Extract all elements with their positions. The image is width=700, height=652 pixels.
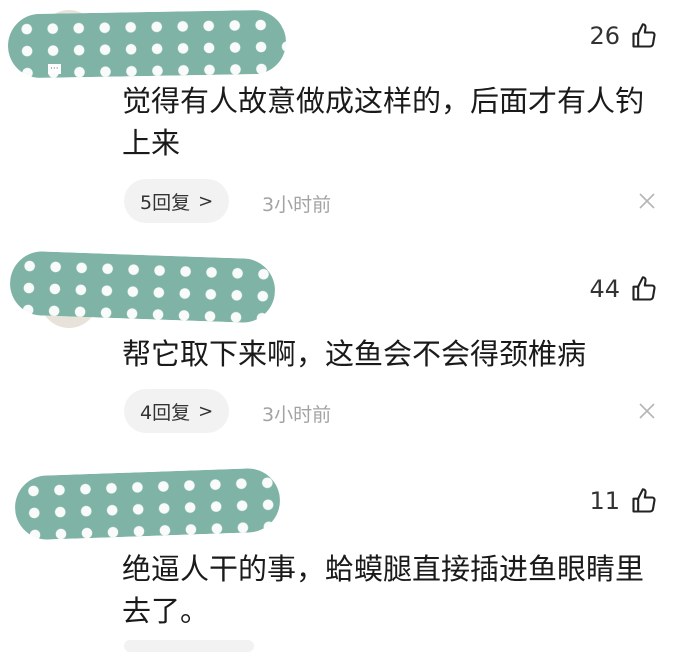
chevron-right-icon: > <box>198 400 214 422</box>
thumbs-up-icon <box>632 488 656 513</box>
comment-text: 帮它取下来啊，这鱼会不会得颈椎病 <box>122 337 587 371</box>
censored-username[interactable] <box>13 467 282 541</box>
view-replies-button[interactable]: 5回复 > <box>124 179 230 223</box>
thumbs-up-icon <box>632 276 656 301</box>
close-icon[interactable] <box>638 192 656 210</box>
reply-count-label: 5回复 <box>140 191 191 214</box>
like-count: 44 <box>589 275 620 303</box>
comment-text: 绝逼人干的事，蛤蟆腿直接插进鱼眼睛里去了。 <box>122 552 645 628</box>
thumbs-up-icon <box>632 23 656 48</box>
view-replies-button[interactable] <box>124 640 254 652</box>
timestamp: 3小时前 <box>262 404 332 426</box>
censored-username[interactable] <box>8 250 277 324</box>
comment-text: 觉得有人故意做成这样的，后面才有人钓上来 <box>122 84 645 160</box>
like-button[interactable]: 44 <box>589 275 658 303</box>
close-icon[interactable] <box>638 402 656 420</box>
view-replies-button[interactable]: 4回复 > <box>124 389 230 433</box>
like-button[interactable]: 26 <box>589 22 658 50</box>
like-count: 11 <box>589 487 620 515</box>
like-count: 26 <box>589 22 620 50</box>
reply-count-label: 4回复 <box>140 401 191 424</box>
like-button[interactable]: 11 <box>589 487 658 515</box>
timestamp: 3小时前 <box>262 194 332 216</box>
user-badge: ··· <box>48 64 61 74</box>
chevron-right-icon: > <box>198 190 214 212</box>
